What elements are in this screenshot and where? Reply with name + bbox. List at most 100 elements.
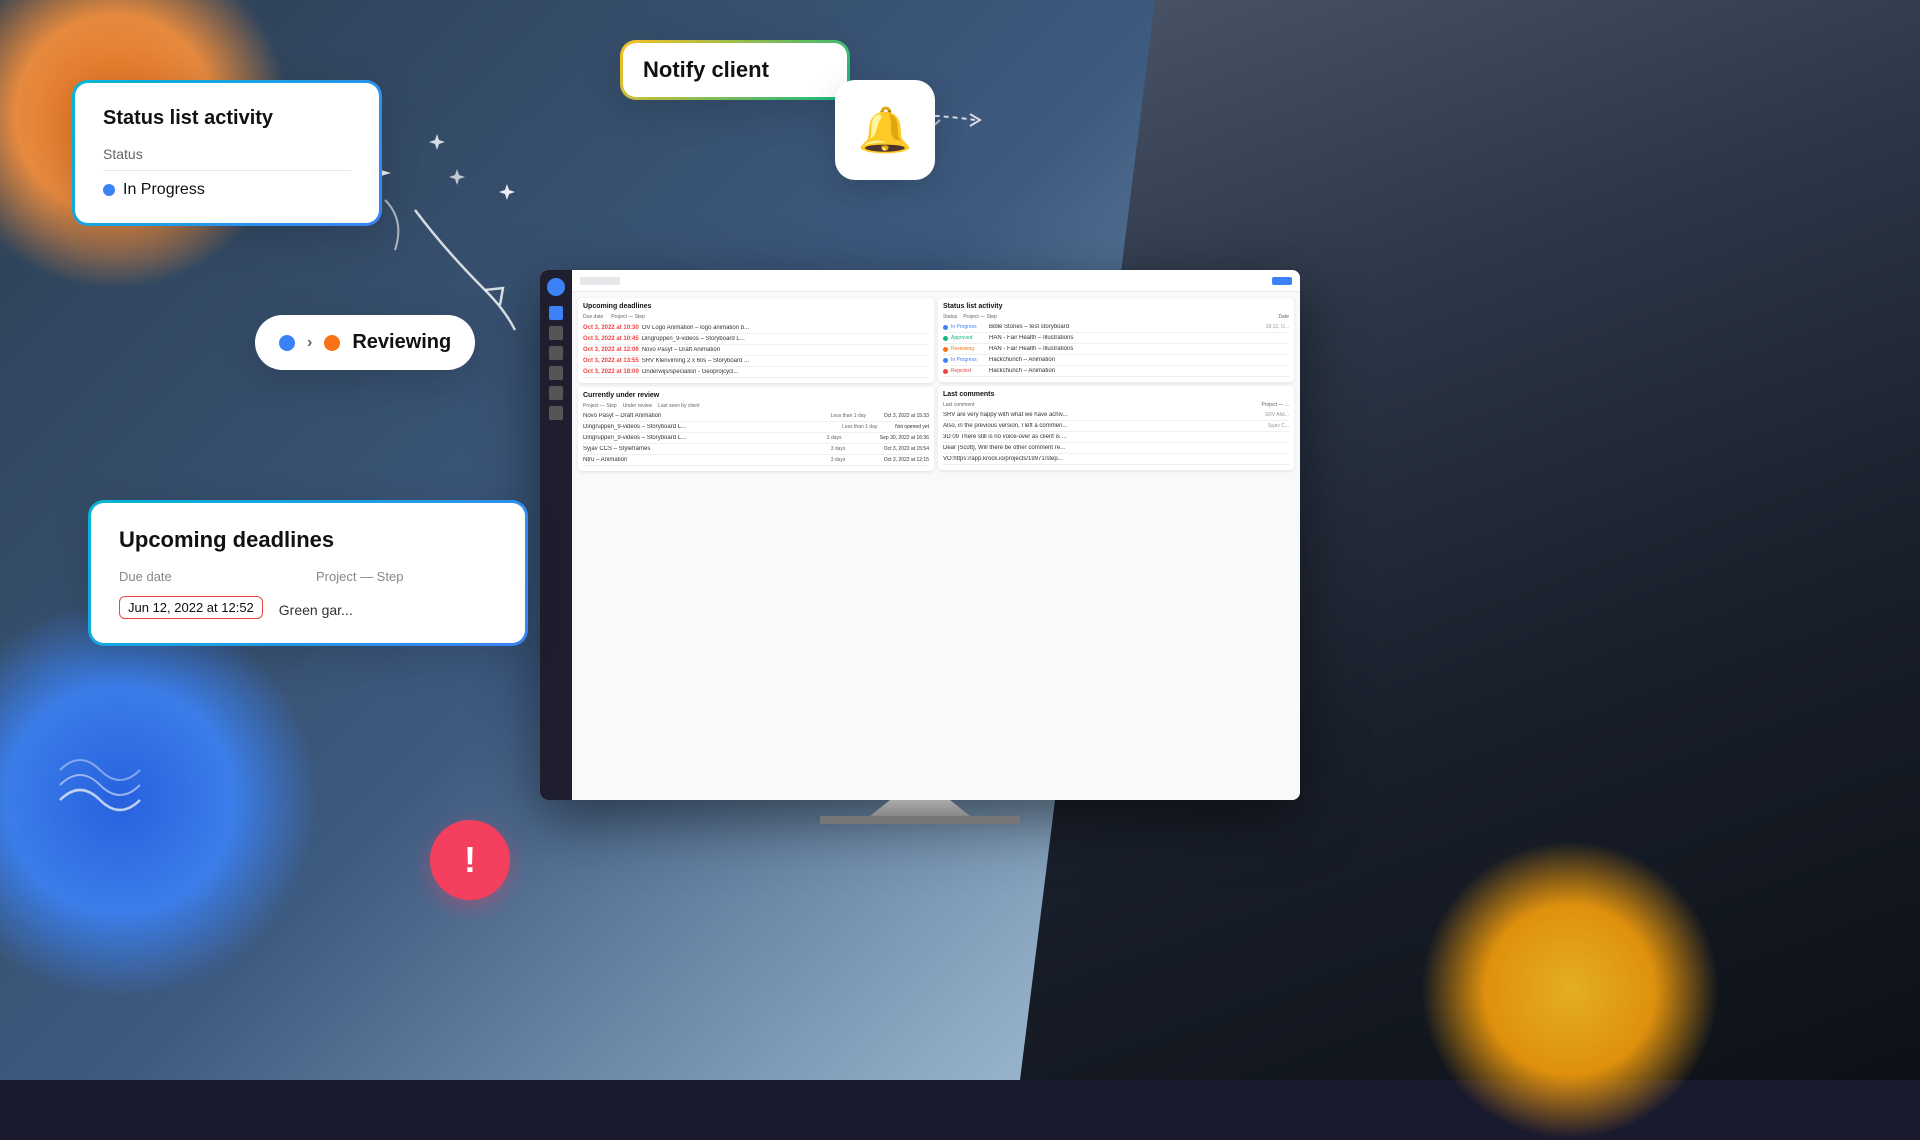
reviewing-label: Reviewing	[352, 331, 451, 354]
review-time-2: Less than 1 day	[842, 424, 892, 430]
status-label-1: In Progress	[951, 324, 986, 330]
sidebar-icon-5[interactable]	[549, 386, 563, 400]
review-time-5: 3 days	[831, 457, 881, 463]
comment-row-4: Dear [Scott], Will there be other commen…	[943, 443, 1289, 454]
status-indicator-dot	[103, 184, 115, 196]
sidebar-icon-4[interactable]	[549, 366, 563, 380]
status-project-5: Hackchunch – Animation	[989, 368, 1289, 374]
header-btn[interactable]	[1272, 277, 1292, 285]
app-sidebar	[540, 270, 572, 800]
col-project-step: Project — Step	[611, 314, 645, 320]
review-project-4: Syjav CCS – Styleframes	[583, 446, 828, 452]
card-status-title: Status list activity	[103, 107, 351, 130]
status-row-2: Approved HAN - Fair Health – Illustratio…	[943, 333, 1289, 344]
review-to-dot	[324, 335, 340, 351]
status-label-2: Approved	[951, 335, 986, 341]
alert-exclamation-icon: !	[464, 839, 476, 881]
status-label-5: Rejected	[951, 368, 986, 374]
status-col-status: Status	[943, 314, 957, 320]
comment-row-3: 3D 09 There still is no voice-over as cl…	[943, 432, 1289, 443]
comment-project-2: Syjav C...	[1268, 423, 1289, 429]
arrow-right-icon: ›	[307, 334, 312, 352]
status-label-4: In Progress	[951, 357, 986, 363]
deadline-project-4: SRV Klenvirning 2 x 60s – Storyboard ...	[642, 358, 929, 364]
card-notify-client: Notify client	[620, 40, 850, 100]
deadline-row-4: Oct 3, 2022 at 13:55 SRV Klenvirning 2 x…	[583, 356, 929, 367]
sidebar-icon-2[interactable]	[549, 326, 563, 340]
deadline-row-5: Oct 3, 2022 at 18:00 Onderwijs/specialis…	[583, 367, 929, 378]
deadline-date-3: Oct 3, 2022 at 12:06	[583, 347, 639, 353]
review-seen-3: Sep 30, 2022 at 16:36	[880, 435, 929, 441]
right-column: Status list activity Status Project — St…	[938, 298, 1294, 794]
status-row-4: In Progress Hackchunch – Animation	[943, 355, 1289, 366]
review-seen-4: Oct 3, 2022 at 15:54	[884, 446, 929, 452]
review-time-1: Less than 1 day	[831, 413, 881, 419]
status-project-2: HAN - Fair Health – Illustrations	[989, 335, 1289, 341]
app-ui: Upcoming deadlines Due date Project — St…	[540, 270, 1300, 800]
card-deadlines: Upcoming deadlines Due date Project — St…	[88, 500, 528, 646]
deadline-project-3: Novo Pasyt – Draft Animation	[642, 347, 929, 353]
app-content: Upcoming deadlines Due date Project — St…	[572, 292, 1300, 800]
status-project-3: HAN - Fair Health – Illustrations	[989, 346, 1289, 352]
comment-col-project: Project — ...	[1261, 402, 1289, 408]
review-row-2: Dingruppen_9-videos – Storyboard L... Le…	[583, 422, 929, 433]
deadlines-col-due: Due date	[119, 569, 300, 584]
deadlines-panel-title: Upcoming deadlines	[583, 303, 929, 310]
review-time-4: 3 days	[831, 446, 881, 452]
app-main: Upcoming deadlines Due date Project — St…	[572, 270, 1300, 800]
status-value-text: In Progress	[123, 181, 205, 199]
status-dot-3	[943, 347, 948, 352]
deadline-row-1: Oct 3, 2022 at 10:30 OV Logo Animation –…	[583, 323, 929, 334]
card-reviewing: › Reviewing	[255, 315, 475, 370]
comment-row-1: SRV are very happy with what we have ach…	[943, 410, 1289, 421]
deadline-date-2: Oct 3, 2022 at 10:45	[583, 336, 639, 342]
deadline-row: Jun 12, 2022 at 12:52 Green gar...	[119, 596, 497, 619]
review-row-5: Ntru – Animation 3 days Oct 3, 2022 at 1…	[583, 455, 929, 466]
review-col-project: Project — Step	[583, 403, 617, 409]
status-col-date: Date	[1278, 314, 1289, 320]
deadline-row-2: Oct 3, 2022 at 10:45 Dingruppen_9-videos…	[583, 334, 929, 345]
deadline-project-1: OV Logo Animation – logo animation b...	[642, 325, 929, 331]
review-project-1: Novo Pasyt – Draft Animation	[583, 413, 828, 419]
review-project-2: Dingruppen_9-videos – Storyboard L...	[583, 424, 839, 430]
monitor-stand-neck	[870, 800, 970, 816]
comment-text-3: 3D 09 There still is no voice-over as cl…	[943, 434, 1289, 440]
blob-yellow	[1420, 840, 1720, 1140]
comment-text-2: Also, in the previous version, I left a …	[943, 423, 1265, 429]
monitor-stand-base	[820, 816, 1020, 824]
review-seen-5: Oct 3, 2022 at 12:15	[884, 457, 929, 463]
bell-icon: 🔔	[858, 104, 913, 156]
review-project-5: Ntru – Animation	[583, 457, 828, 463]
deadline-date-4: Oct 3, 2022 at 13:55	[583, 358, 639, 364]
card-deadlines-title: Upcoming deadlines	[119, 527, 497, 553]
deadlines-grid: Due date Project — Step	[119, 569, 497, 584]
deadline-project-value: Green gar...	[279, 602, 353, 618]
comments-panel-title: Last comments	[943, 391, 1289, 398]
sidebar-icon-1[interactable]	[549, 306, 563, 320]
alert-bubble: !	[430, 820, 510, 900]
comment-text-4: Dear [Scott], Will there be other commen…	[943, 445, 1289, 451]
status-project-4: Hackchunch – Animation	[989, 357, 1289, 363]
status-panel: Status list activity Status Project — St…	[938, 298, 1294, 382]
deadlines-panel: Upcoming deadlines Due date Project — St…	[578, 298, 934, 383]
app-header	[572, 270, 1300, 292]
header-search	[580, 277, 620, 285]
review-seen-2: Not opened yet	[895, 424, 929, 430]
col-due-date: Due date	[583, 314, 603, 320]
deadline-date-value: Jun 12, 2022 at 12:52	[119, 596, 263, 619]
card-bell: 🔔	[835, 80, 935, 180]
comments-panel: Last comments Last comment Project — ...…	[938, 386, 1294, 470]
review-seen-1: Oct 3, 2022 at 15:33	[884, 413, 929, 419]
sidebar-icon-3[interactable]	[549, 346, 563, 360]
review-panel-title: Currently under review	[583, 392, 929, 399]
sidebar-icon-6[interactable]	[549, 406, 563, 420]
sidebar-logo	[547, 278, 565, 296]
status-dot-4	[943, 358, 948, 363]
status-row-3: Reviewing HAN - Fair Health – Illustrati…	[943, 344, 1289, 355]
deadline-project-5: Onderwijs/specialisn - Geoprojcycl...	[642, 369, 929, 375]
status-dot-1	[943, 325, 948, 330]
review-time-3: 3 days	[827, 435, 877, 441]
card-status-activity: Status list activity Status In Progress	[72, 80, 382, 226]
comment-row-5: VO:https://app.krock.io/projects/19971/s…	[943, 454, 1289, 465]
card-status-value: In Progress	[103, 181, 351, 199]
